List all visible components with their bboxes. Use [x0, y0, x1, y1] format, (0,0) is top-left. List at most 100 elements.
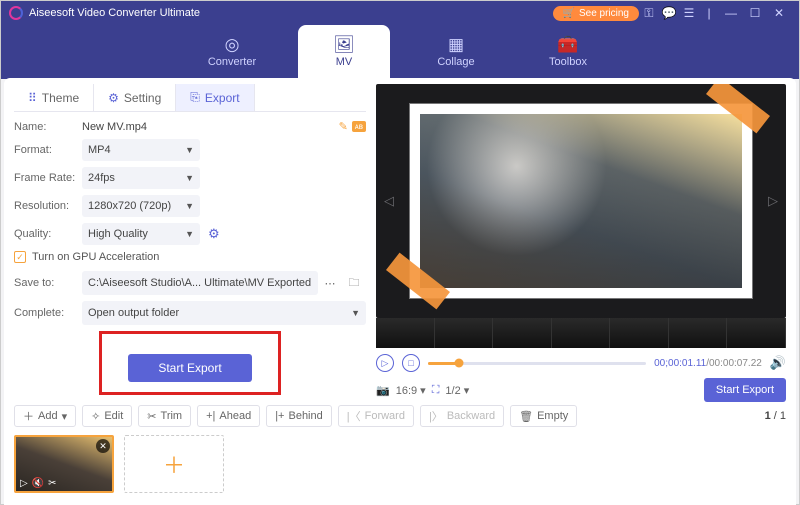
prev-arrow-icon[interactable]: ◁ — [384, 193, 394, 209]
start-export-button[interactable]: Start Export — [128, 354, 252, 382]
titlebar: Aiseesoft Video Converter Ultimate 🛒 See… — [1, 1, 799, 25]
open-folder-icon[interactable]: 🗀 — [342, 274, 366, 293]
menu-icon[interactable]: ☰ — [679, 6, 699, 20]
preview-panel: ◁ ▷ ▷ □ 00;00:01.11/00:00:07.22 🔊 📷 16:9… — [376, 84, 786, 406]
tab-label: Toolbox — [549, 56, 587, 68]
resolution-value: 1280x720 (720p) — [88, 200, 171, 212]
subtab-label: Setting — [124, 91, 161, 105]
framerate-select[interactable]: 24fps▼ — [82, 167, 200, 189]
saveto-path[interactable]: C:\Aiseesoft Studio\A... Ultimate\MV Exp… — [82, 271, 318, 295]
player-controls: ▷ □ 00;00:01.11/00:00:07.22 🔊 — [376, 348, 786, 378]
volume-icon[interactable]: 🔊 — [770, 355, 786, 371]
timeline-strip[interactable] — [376, 318, 786, 348]
mute-icon[interactable]: 🔇 — [32, 478, 44, 489]
snapshot-icon[interactable]: 📷 — [376, 384, 390, 397]
tab-collage[interactable]: ▦ Collage — [410, 25, 502, 79]
saveto-label: Save to: — [14, 277, 82, 289]
tab-mv[interactable]: 🖼 MV — [298, 25, 390, 79]
empty-button[interactable]: 🗑Empty — [510, 405, 577, 427]
resolution-select[interactable]: 1280x720 (720p)▼ — [82, 195, 200, 217]
video-preview[interactable]: ◁ ▷ — [376, 84, 786, 318]
highlight-annotation: Start Export — [99, 331, 281, 395]
tab-label: MV — [336, 56, 353, 68]
plus-icon: ＋ — [163, 448, 185, 480]
quality-value: High Quality — [88, 228, 148, 240]
subtab-label: Theme — [42, 91, 79, 105]
format-value: MP4 — [88, 144, 111, 156]
plus-icon: ＋ — [23, 408, 34, 424]
subtab-export[interactable]: ⎘ Export — [176, 84, 254, 111]
start-export-button-2[interactable]: Start Export — [704, 378, 786, 402]
content-area: ⠿Theme ⚙Setting ⎘Export Name: New MV.mp4… — [4, 78, 796, 505]
ahead-icon: +| — [206, 410, 215, 422]
edit-name-icon[interactable]: ✎ — [339, 120, 348, 133]
converter-icon: ◎ — [225, 36, 240, 53]
fullscreen-icon[interactable]: ⛶ — [432, 384, 440, 397]
export-icon: ⎘ — [190, 90, 200, 105]
add-clip-placeholder[interactable]: ＋ — [124, 435, 224, 493]
rename-badge-icon[interactable]: ᴀʙ — [352, 121, 366, 132]
maximize-button[interactable]: ☐ — [743, 6, 767, 20]
play-button[interactable]: ▷ — [376, 354, 394, 372]
forward-button[interactable]: |〈Forward — [338, 405, 414, 427]
gpu-checkbox-row[interactable]: ✓ Turn on GPU Acceleration — [14, 251, 366, 263]
complete-select[interactable]: Open output folder ▼ — [82, 301, 366, 325]
grid-icon: ⠿ — [28, 91, 37, 105]
tab-toolbox[interactable]: 🧰 Toolbox — [522, 25, 614, 79]
quality-label: Quality: — [14, 228, 82, 240]
resolution-label: Resolution: — [14, 200, 82, 212]
subtab-label: Export — [205, 91, 240, 105]
preview-image — [420, 114, 742, 288]
minimize-button[interactable]: — — [719, 6, 743, 20]
trim-icon[interactable]: ✂ — [48, 478, 56, 489]
time-display: 00;00:01.11/00:00:07.22 — [654, 358, 762, 369]
aspect-select[interactable]: 16:9 ▾ — [396, 384, 426, 397]
format-select[interactable]: MP4 ▼ — [82, 139, 200, 161]
remove-clip-icon[interactable]: ✕ — [96, 439, 110, 453]
add-button[interactable]: ＋Add▾ — [14, 405, 76, 427]
behind-icon: |+ — [275, 410, 284, 422]
browse-button[interactable]: ⋯ — [318, 277, 342, 290]
clip-toolbar: ＋Add▾ ✧Edit ✂Trim +|Ahead |+Behind |〈For… — [14, 405, 786, 435]
clip-list: ✕ ▷ 🔇 ✂ ＋ — [14, 435, 786, 493]
chevron-down-icon: ▼ — [351, 308, 360, 318]
tab-label: Converter — [208, 56, 256, 68]
clip-thumbnail[interactable]: ✕ ▷ 🔇 ✂ — [14, 435, 114, 493]
see-pricing-label: See pricing — [579, 8, 629, 19]
clip-area: ＋Add▾ ✧Edit ✂Trim +|Ahead |+Behind |〈For… — [14, 395, 786, 493]
chevron-down-icon: ▾ — [62, 410, 68, 423]
format-label: Format: — [14, 144, 82, 156]
quality-settings-icon[interactable]: ⚙ — [208, 226, 220, 242]
behind-button[interactable]: |+Behind — [266, 405, 332, 427]
subtabs: ⠿ Theme ⚙ Setting ⎘ Export — [14, 84, 366, 112]
subtab-theme[interactable]: ⠿ Theme — [14, 84, 94, 111]
mv-icon: 🖼 — [333, 36, 355, 53]
see-pricing-button[interactable]: 🛒 See pricing — [553, 6, 639, 21]
feedback-icon[interactable]: 💬 — [659, 6, 679, 20]
backward-icon: |〉 — [429, 408, 443, 424]
edit-button[interactable]: ✧Edit — [82, 405, 132, 427]
complete-label: Complete: — [14, 307, 82, 319]
cart-icon: 🛒 — [563, 8, 575, 19]
gear-icon: ⚙ — [108, 91, 119, 105]
gpu-label: Turn on GPU Acceleration — [32, 251, 159, 263]
stop-button[interactable]: □ — [402, 354, 420, 372]
seek-slider[interactable] — [428, 362, 646, 365]
play-icon[interactable]: ▷ — [20, 478, 28, 489]
subtab-setting[interactable]: ⚙ Setting — [94, 84, 176, 111]
divider-icon: | — [699, 6, 719, 20]
ahead-button[interactable]: +|Ahead — [197, 405, 260, 427]
app-title: Aiseesoft Video Converter Ultimate — [29, 7, 200, 19]
pager: 1 / 1 — [765, 410, 786, 422]
trim-button[interactable]: ✂Trim — [138, 405, 191, 427]
zoom-select[interactable]: 1/2 ▾ — [445, 384, 469, 397]
close-button[interactable]: ✕ — [767, 6, 791, 20]
quality-select[interactable]: High Quality ▼ — [82, 223, 200, 245]
key-icon[interactable]: ⚿ — [639, 6, 659, 21]
tab-converter[interactable]: ◎ Converter — [186, 25, 278, 79]
chevron-down-icon: ▼ — [185, 145, 194, 155]
backward-button[interactable]: |〉Backward — [420, 405, 504, 427]
chevron-down-icon: ▼ — [185, 229, 194, 239]
scissors-icon: ✂ — [147, 410, 156, 423]
next-arrow-icon[interactable]: ▷ — [768, 193, 778, 209]
